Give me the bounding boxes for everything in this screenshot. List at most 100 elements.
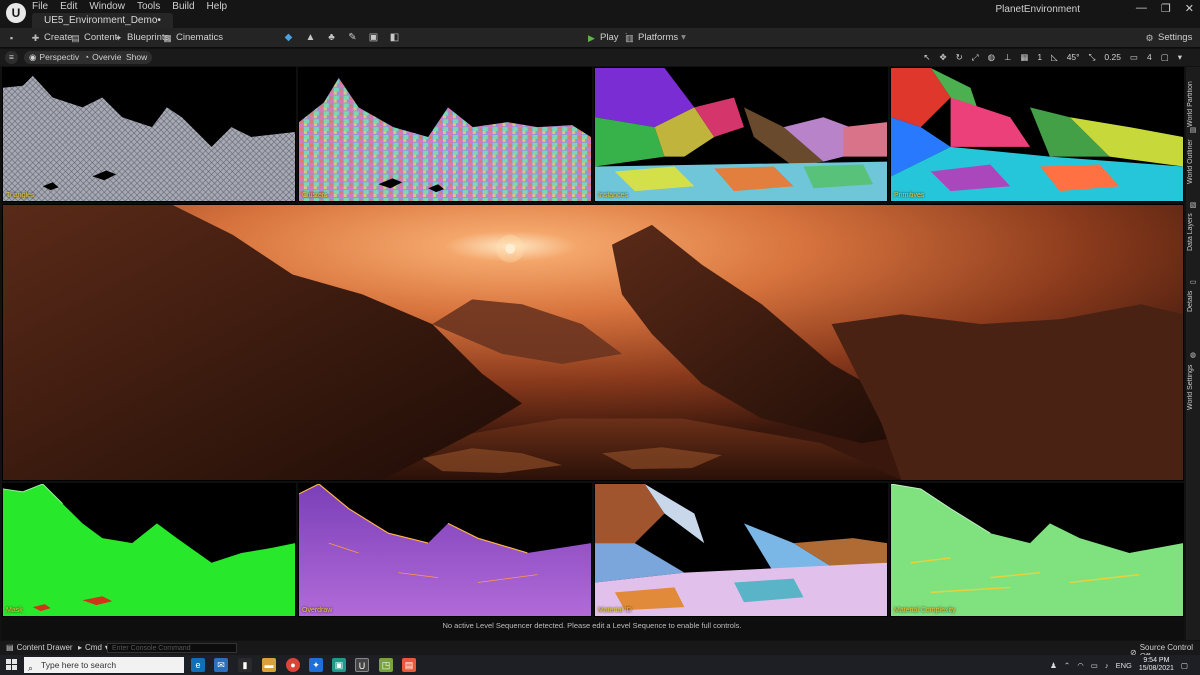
fracture-mode-icon[interactable]: ▣: [367, 31, 380, 44]
tab-data-layers[interactable]: Data Layers: [1187, 212, 1199, 252]
angle-snap-icon[interactable]: ◺: [1049, 51, 1060, 63]
keyboard-lang[interactable]: ENG: [1116, 661, 1132, 670]
scale-snap-icon[interactable]: ⤡: [1087, 51, 1098, 63]
cinematics-button[interactable]: ▦ Cinematics: [162, 31, 223, 45]
store-app-icon[interactable]: ▮: [238, 658, 252, 672]
menu-edit[interactable]: Edit: [60, 1, 77, 12]
app-icon-orange[interactable]: ▤: [402, 658, 416, 672]
material-id-label: Material ID: [598, 607, 632, 614]
app-icon-green[interactable]: ◳: [379, 658, 393, 672]
show-label: Show: [126, 52, 148, 62]
triangles-panel: Triangles: [2, 67, 296, 202]
volume-icon[interactable]: ♪: [1105, 661, 1109, 670]
create-icon: ✚: [31, 32, 40, 43]
content-button[interactable]: ▤ Content: [70, 31, 117, 45]
cmd-label: Cmd: [85, 643, 102, 652]
level-viewport[interactable]: Triangles Clusters Instances Primitives …: [2, 67, 1184, 640]
platforms-button[interactable]: ▥ Platforms ▾: [624, 31, 686, 45]
foliage-mode-icon[interactable]: ♣: [325, 31, 338, 44]
app-icon-teal[interactable]: ▣: [332, 658, 346, 672]
menu-help[interactable]: Help: [207, 1, 228, 12]
notification-icon[interactable]: ▢: [1181, 661, 1188, 670]
landscape-mode-icon[interactable]: ▲: [304, 31, 317, 44]
perspective-icon: ◉: [29, 52, 37, 62]
chevron-down-icon[interactable]: ▾: [1176, 51, 1184, 63]
people-icon[interactable]: ♟: [1050, 661, 1057, 670]
battery-icon[interactable]: ▭: [1091, 661, 1098, 670]
clock-date: 15/08/2021: [1138, 665, 1174, 672]
move-tool-icon[interactable]: ✥: [938, 51, 949, 63]
material-complexity-panel: Material Complexity: [890, 483, 1184, 617]
viewport-menu-button[interactable]: ≡: [5, 51, 18, 64]
unreal-logo-icon[interactable]: U: [6, 3, 26, 23]
grid-snap-value[interactable]: 1: [1035, 51, 1044, 63]
select-tool-icon[interactable]: ↖: [921, 51, 932, 63]
content-icon: ▤: [71, 32, 80, 43]
windows-start-icon[interactable]: [6, 659, 18, 671]
overdraw-panel: Overdraw: [298, 483, 592, 617]
close-icon[interactable]: ✕: [1185, 2, 1194, 15]
desert-scene-render: [3, 205, 1183, 480]
select-mode-icon[interactable]: ◆: [282, 31, 295, 44]
taskbar-search-box[interactable]: ⌕ Type here to search: [24, 657, 184, 673]
taskbar-clock[interactable]: 9:54 PM 15/08/2021: [1139, 657, 1174, 673]
clusters-label: Clusters: [302, 192, 328, 199]
rotate-tool-icon[interactable]: ↻: [954, 51, 965, 63]
restore-icon[interactable]: ❐: [1161, 2, 1171, 15]
triangles-render: [3, 75, 295, 201]
camera-speed-value[interactable]: 4: [1145, 51, 1154, 63]
material-id-render: [595, 484, 887, 616]
primitives-label: Primitives: [894, 192, 925, 199]
tab-world-partition[interactable]: World Partition: [1187, 77, 1199, 132]
create-button[interactable]: ✚ Create: [30, 31, 73, 45]
world-local-icon[interactable]: ◍: [986, 51, 997, 63]
show-button[interactable]: Show: [121, 51, 153, 64]
instances-render: [595, 68, 887, 201]
scale-tool-icon[interactable]: ⤢: [970, 51, 981, 63]
camera-speed-icon[interactable]: ▭: [1128, 51, 1140, 63]
settings-button[interactable]: ⚙ Settings: [1144, 31, 1192, 45]
platforms-icon: ▥: [625, 32, 634, 43]
chrome-app-icon[interactable]: ●: [286, 658, 300, 672]
save-button[interactable]: ▪: [6, 31, 17, 45]
modeling-mode-icon[interactable]: ◧: [388, 31, 401, 44]
file-explorer-icon[interactable]: ▬: [262, 658, 276, 672]
view-mode-icon: ◔: [84, 52, 90, 62]
gear-icon: ⚙: [1145, 32, 1154, 43]
wifi-icon[interactable]: ◠: [1077, 661, 1084, 670]
maximize-viewport-icon[interactable]: ▢: [1159, 51, 1171, 63]
menu-tools[interactable]: Tools: [137, 1, 160, 12]
surface-snap-icon[interactable]: ⊥: [1002, 51, 1013, 63]
menu-file[interactable]: File: [32, 1, 48, 12]
app-icon-blue[interactable]: ✦: [309, 658, 323, 672]
material-id-panel: Material ID: [594, 483, 888, 617]
overdraw-label: Overdraw: [302, 607, 333, 614]
blueprints-button[interactable]: ✦ Blueprints: [113, 31, 170, 45]
viewport-toolbar: ≡ ◉ Perspective ◔ Overview Show ↖ ✥ ↻ ⤢ …: [0, 49, 1200, 66]
content-drawer-button[interactable]: ▤ Content Drawer: [6, 643, 73, 652]
tab-world-settings[interactable]: World Settings: [1187, 362, 1199, 412]
side-panel-tabs: World Partition ▤ World Outliner ▧ Data …: [1186, 67, 1200, 640]
tab-world-outliner[interactable]: World Outliner: [1187, 137, 1199, 187]
windows-taskbar: ⌕ Type here to search e ✉ ▮ ▬ ● ✦ ▣ U ◳ …: [0, 655, 1200, 675]
grid-snap-icon[interactable]: ▦: [1018, 51, 1030, 63]
menu-build[interactable]: Build: [172, 1, 194, 12]
scale-snap-value[interactable]: 0.25: [1102, 51, 1123, 63]
mail-app-icon[interactable]: ✉: [214, 658, 228, 672]
create-label: Create: [44, 32, 73, 43]
save-icon: ▪: [9, 32, 14, 43]
angle-snap-value[interactable]: 45°: [1065, 51, 1082, 63]
unreal-editor-taskbar-icon[interactable]: U: [355, 658, 369, 672]
cmd-button[interactable]: ▸ Cmd ▾: [78, 643, 109, 652]
mask-render: [3, 484, 295, 616]
menu-window[interactable]: Window: [89, 1, 125, 12]
console-command-input[interactable]: Enter Console Command: [107, 643, 237, 653]
tab-details[interactable]: Details: [1187, 289, 1199, 313]
perspective-label: Perspective: [39, 52, 84, 62]
tray-overflow-icon[interactable]: ⌃: [1064, 661, 1070, 670]
mesh-paint-mode-icon[interactable]: ✎: [346, 31, 359, 44]
level-tab[interactable]: UE5_Environment_Demo•: [32, 13, 173, 28]
minimize-icon[interactable]: —: [1136, 2, 1147, 15]
edge-app-icon[interactable]: e: [191, 658, 205, 672]
mask-panel: Mask: [2, 483, 296, 617]
